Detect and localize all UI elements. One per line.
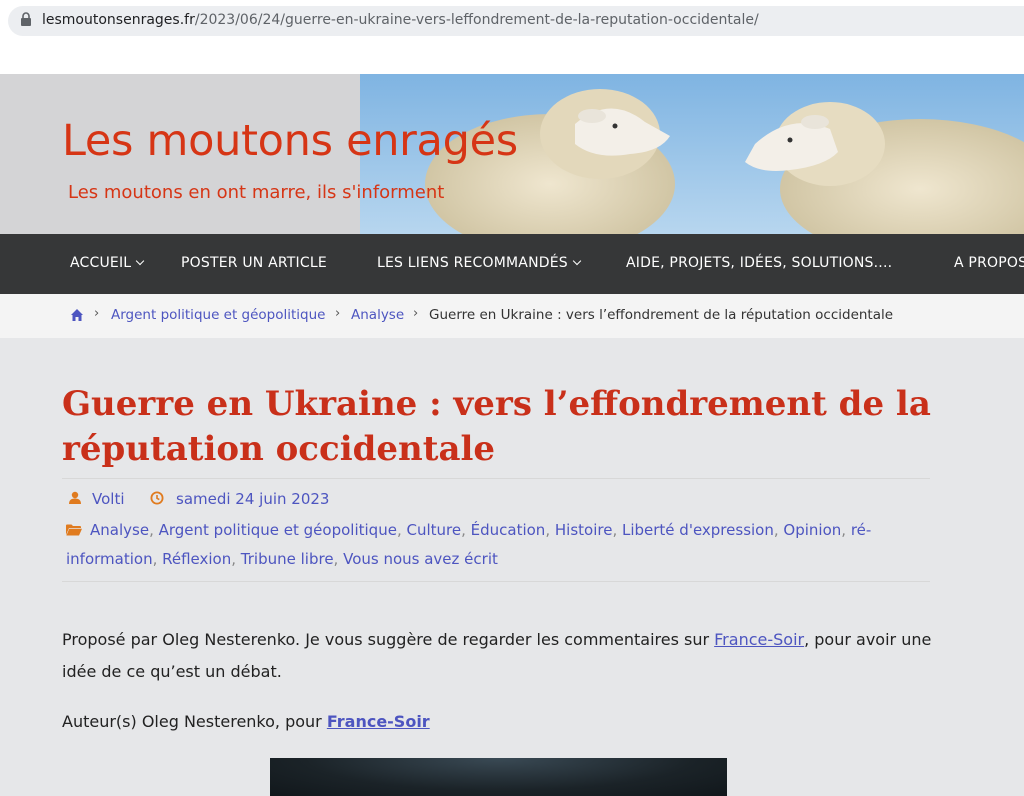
category-separator: , bbox=[461, 521, 471, 539]
nav-item-poster-un-article[interactable]: POSTER UN ARTICLE bbox=[181, 255, 327, 271]
url-domain: lesmoutonsenrages.fr bbox=[42, 12, 195, 28]
nav-item-label: A PROPOS bbox=[954, 255, 1024, 271]
paragraph-text: Auteur(s) Oleg Nesterenko, pour bbox=[62, 712, 327, 731]
category-link[interactable]: Argent politique et géopolitique bbox=[159, 521, 397, 539]
category-separator: , bbox=[333, 550, 344, 568]
breadcrumb-current: Guerre en Ukraine : vers l’effondrement … bbox=[429, 307, 894, 323]
breadcrumb-item-argent-politique[interactable]: Argent politique et géopolitique bbox=[111, 307, 326, 323]
nav-item-a-propos[interactable]: A PROPOS bbox=[954, 255, 1024, 271]
category-separator: , bbox=[231, 550, 241, 568]
page-top-spacer bbox=[0, 44, 1024, 74]
nav-item-label: ACCUEIL bbox=[70, 255, 132, 271]
article-paragraph-author: Auteur(s) Oleg Nesterenko, pour France-S… bbox=[62, 706, 932, 738]
post-title: Guerre en Ukraine : vers l’effondrement … bbox=[62, 384, 931, 469]
nav-item-aide-projets[interactable]: AIDE, PROJETS, IDÉES, SOLUTIONS.... bbox=[626, 255, 892, 271]
category-link[interactable]: Analyse bbox=[90, 521, 149, 539]
post-categories: Analyse, Argent politique et géopolitiqu… bbox=[66, 516, 926, 574]
category-separator: , bbox=[841, 521, 851, 539]
france-soir-link-bold[interactable]: France-Soir bbox=[327, 712, 430, 731]
url-text[interactable]: lesmoutonsenrages.fr/2023/06/24/guerre-e… bbox=[42, 12, 759, 28]
breadcrumb-separator: › bbox=[413, 306, 419, 321]
category-separator: , bbox=[545, 521, 555, 539]
site-header: Les moutons enragés Les moutons en ont m… bbox=[0, 74, 1024, 234]
france-soir-link[interactable]: France-Soir bbox=[714, 630, 804, 649]
meta-divider-bottom bbox=[62, 581, 930, 582]
url-path: /2023/06/24/guerre-en-ukraine-vers-leffo… bbox=[194, 12, 759, 28]
nav-item-liens-recommandes[interactable]: LES LIENS RECOMMANDÉS bbox=[377, 255, 582, 271]
breadcrumb: › Argent politique et géopolitique › Ana… bbox=[0, 294, 1024, 338]
meta-divider-top bbox=[62, 478, 930, 479]
breadcrumb-separator: › bbox=[335, 306, 341, 321]
category-separator: , bbox=[773, 521, 784, 539]
category-separator: , bbox=[612, 521, 622, 539]
category-link[interactable]: Culture bbox=[406, 521, 461, 539]
nav-item-accueil[interactable]: ACCUEIL bbox=[70, 255, 145, 271]
paragraph-text: Proposé par Oleg Nesterenko. Je vous sug… bbox=[62, 630, 715, 649]
article-paragraph-intro: Proposé par Oleg Nesterenko. Je vous sug… bbox=[62, 624, 932, 688]
nav-item-label: LES LIENS RECOMMANDÉS bbox=[377, 255, 568, 271]
site-title[interactable]: Les moutons enragés bbox=[62, 116, 518, 166]
browser-address-bar: lesmoutonsenrages.fr/2023/06/24/guerre-e… bbox=[0, 0, 1024, 44]
category-separator: , bbox=[152, 550, 163, 568]
chevron-down-icon bbox=[572, 256, 582, 266]
user-icon bbox=[69, 491, 81, 504]
category-link[interactable]: Éducation bbox=[471, 521, 546, 539]
author-name[interactable]: Volti bbox=[92, 490, 125, 508]
chevron-down-icon bbox=[136, 256, 145, 266]
category-link[interactable]: Liberté d'expression bbox=[622, 521, 774, 539]
post-author[interactable]: Volti bbox=[68, 490, 125, 508]
category-link[interactable]: Histoire bbox=[555, 521, 613, 539]
article-image bbox=[270, 758, 727, 796]
category-link[interactable]: Opinion bbox=[783, 521, 841, 539]
breadcrumb-separator: › bbox=[94, 306, 100, 321]
clock-icon bbox=[150, 491, 164, 505]
category-link[interactable]: Réflexion bbox=[162, 550, 231, 568]
nav-item-label: POSTER UN ARTICLE bbox=[181, 255, 327, 271]
main-navigation: ACCUEIL POSTER UN ARTICLE LES LIENS RECO… bbox=[0, 234, 1024, 294]
home-icon[interactable] bbox=[70, 308, 84, 322]
date-text[interactable]: samedi 24 juin 2023 bbox=[176, 490, 329, 508]
category-separator: , bbox=[149, 521, 159, 539]
site-tagline: Les moutons en ont marre, ils s'informen… bbox=[68, 182, 445, 203]
category-link[interactable]: Tribune libre bbox=[241, 550, 334, 568]
post-date: samedi 24 juin 2023 bbox=[150, 490, 329, 508]
folder-icon bbox=[66, 524, 82, 536]
category-link[interactable]: Vous nous avez écrit bbox=[343, 550, 498, 568]
breadcrumb-item-analyse[interactable]: Analyse bbox=[351, 307, 404, 323]
lock-icon bbox=[21, 12, 31, 26]
nav-item-label: AIDE, PROJETS, IDÉES, SOLUTIONS.... bbox=[626, 255, 893, 271]
